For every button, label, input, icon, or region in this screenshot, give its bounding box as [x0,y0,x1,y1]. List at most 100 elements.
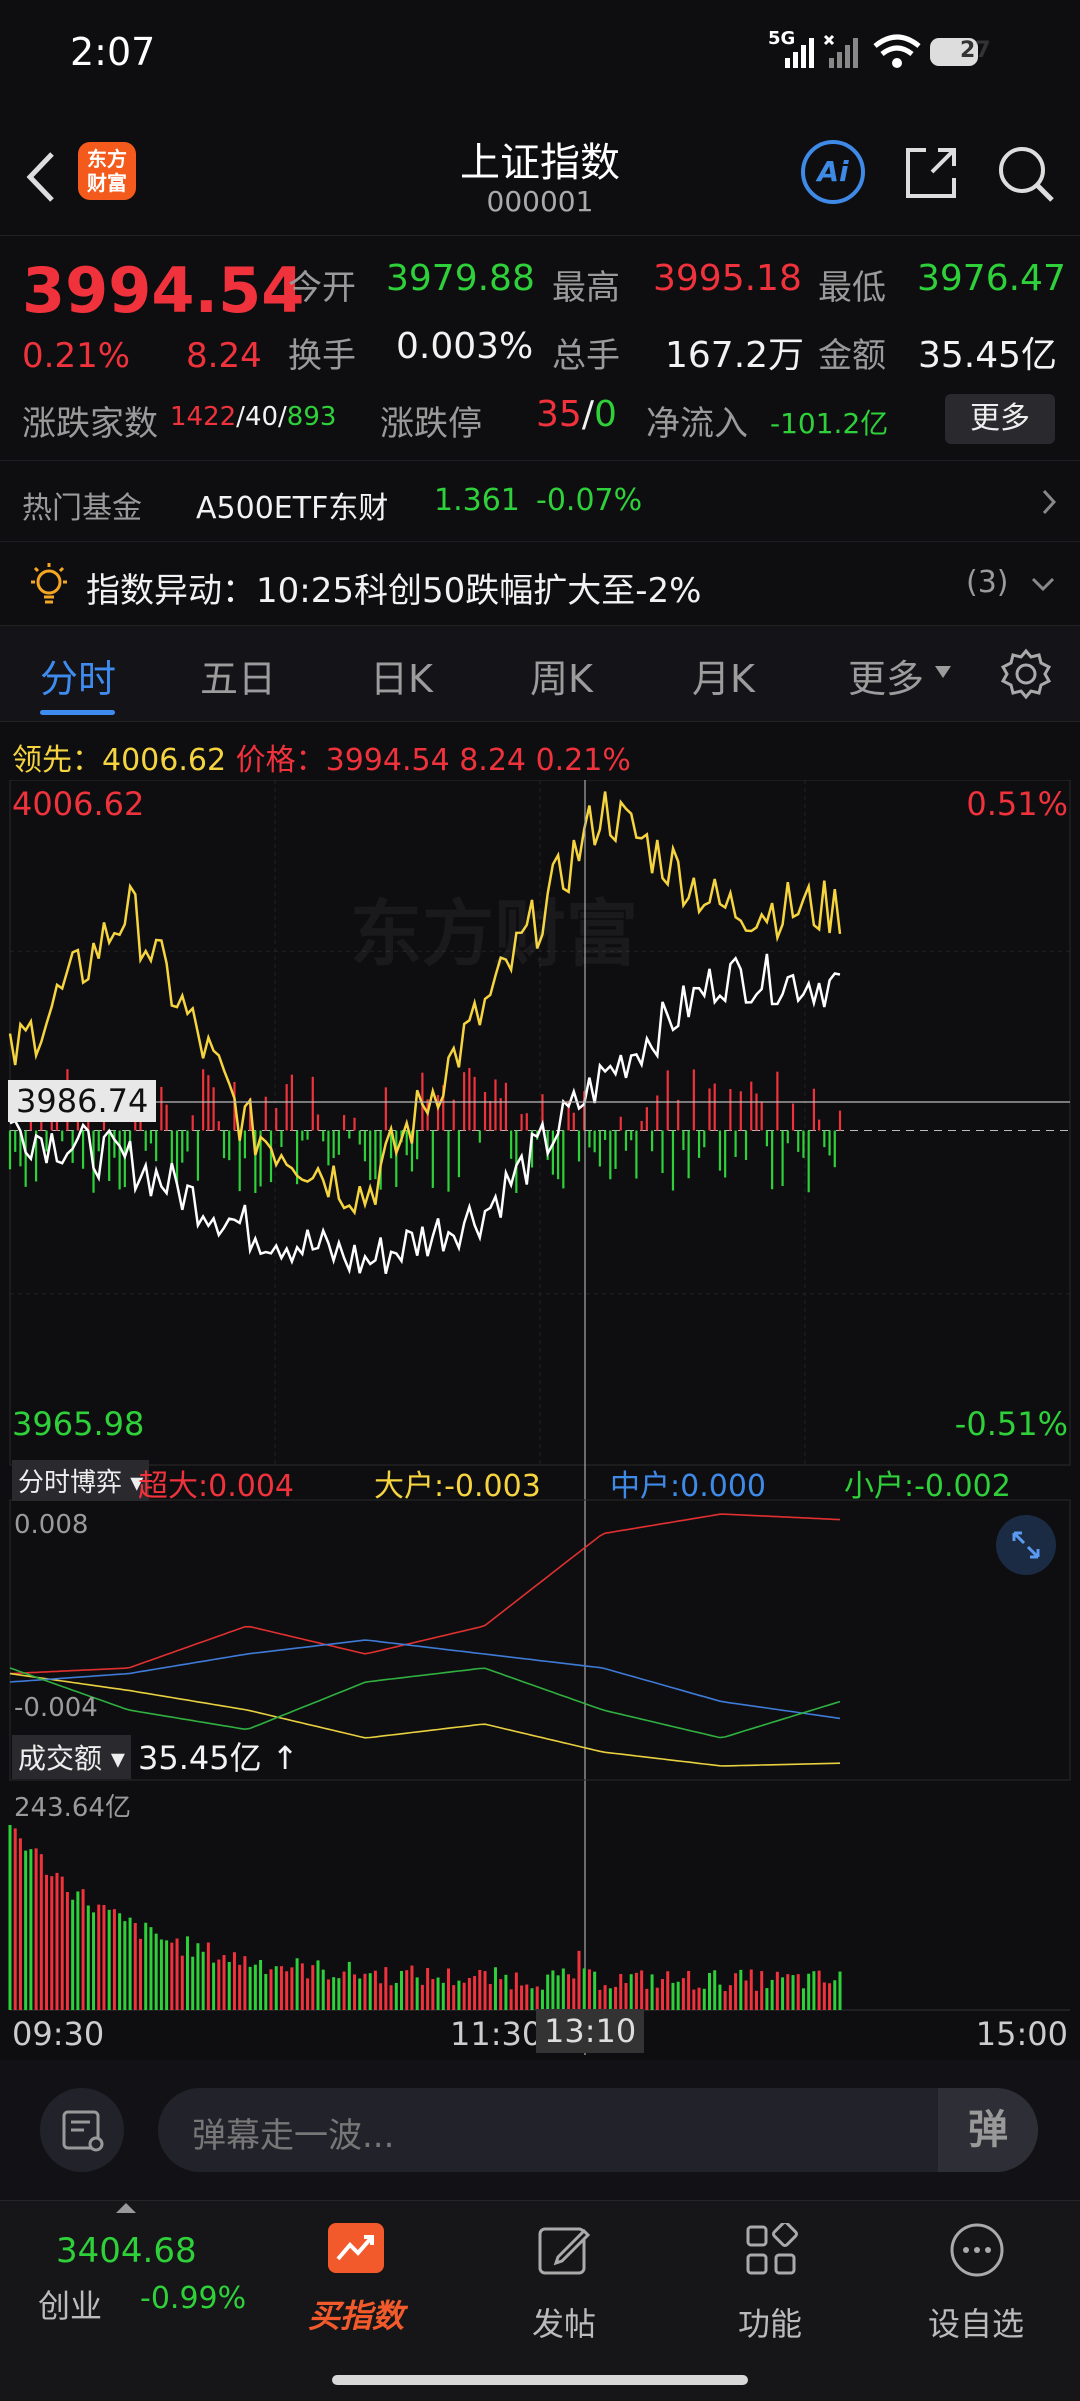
fund-price: 1.361 [434,483,520,518]
change-percent: 0.21% [22,336,131,376]
nav-post[interactable]: 发帖 [484,2201,644,2401]
ticker-name: 创业 [38,2287,103,2325]
high-value: 3995.18 [653,258,802,299]
pct-axis-top-label: 0.51% [966,785,1068,823]
volume-selector[interactable]: 成交额 ▾ [12,1735,131,1779]
small-label: 小户:-0.002 [844,1469,1011,1504]
grid-icon [746,2223,798,2275]
mid-line [9,1639,841,1720]
netflow-label: 净流入 [646,404,748,444]
game-label: 分时博弈 [18,1468,123,1498]
game-selector[interactable]: 分时博弈 ▾ [12,1460,150,1501]
tab-more[interactable]: 更多 [848,648,924,703]
volume-label: 总手 [552,336,620,376]
netflow-value: -101.2亿 [770,407,889,440]
price-label: 价格： [235,743,326,778]
tab-weekly[interactable]: 周K [530,648,593,703]
limit-values: 35/0 [536,394,617,435]
fund-change: -0.07% [536,483,643,518]
turnover-value: 0.003% [396,326,534,367]
signal-wifi-battery-icons [785,34,978,68]
super-line [9,1513,841,1675]
index-alert-row[interactable]: 指数异动：10:25科创50跌幅扩大至-2% (3) [0,545,1080,625]
sep-3: / [581,394,594,435]
turnover-label: 换手 [288,336,356,376]
mid-label: 中户:0.000 [610,1469,766,1504]
trend-up-icon [328,2223,384,2273]
nav-watchlist[interactable]: 设自选 [896,2201,1056,2401]
caret-up-icon [116,2203,136,2213]
low-value: 3976.47 [917,258,1066,299]
time-crosshair: 13:10 [536,2009,645,2053]
big-label: 大户:-0.003 [374,1469,541,1504]
volume-value: 167.2万 [665,335,805,376]
more-button[interactable]: 更多 [945,394,1055,444]
nav-buy-index[interactable]: 买指数 [276,2201,436,2401]
comment-bar: 弹幕走一波... 弹 [0,2060,1080,2200]
current-price: 3994.54 [22,254,305,327]
nav-ticker[interactable]: 3404.68 创业 -0.99% [20,2201,260,2401]
edit-icon [538,2227,591,2275]
settings-gear-icon[interactable] [1000,648,1052,700]
post-label: 发帖 [531,2305,596,2343]
header: 东方 财富 上证指数 000001 Ai [0,110,1080,235]
period-tabs: 分时 五日 日K 周K 月K 更多 [0,625,1080,722]
danmu-input[interactable]: 弹幕走一波... 弹 [158,2088,1038,2172]
time-start: 09:30 [12,2015,105,2053]
intraday-chart[interactable]: 领先：4006.62 价格：3994.54 8.24 0.21% 4006.62… [0,725,1080,2055]
breadth-label: 涨跌家数 [22,404,158,444]
limit-down: 0 [593,394,617,435]
tab-intraday[interactable]: 分时 [40,648,116,703]
status-time: 2:07 [70,30,156,74]
search-icon[interactable] [996,144,1056,204]
home-indicator [332,2375,748,2385]
functions-label: 功能 [737,2305,802,2343]
tab-5day[interactable]: 五日 [200,648,276,703]
danmu-toggle-button[interactable]: 弹 [938,2088,1038,2172]
caret-down-icon [935,666,951,678]
time-end: 15:00 [975,2015,1068,2053]
buy-index-label: 买指数 [307,2297,404,2335]
expand-button[interactable] [996,1515,1056,1575]
price-change: 8.24 [459,743,527,778]
game-bottom-label: -0.004 [14,1693,98,1723]
volume-value: 35.45亿 ↑ [138,1739,299,1777]
status-bar: 2:07 5G 27 [0,0,1080,110]
tab-monthly[interactable]: 月K [692,648,755,703]
tab-daily[interactable]: 日K [370,648,433,703]
crosshair-price-label: 3986.74 [8,1080,157,1122]
chart-info-line: 领先：4006.62 价格：3994.54 8.24 0.21% [12,735,631,779]
up-count: 1422 [170,402,237,432]
alert-text: 指数异动：10:25科创50跌幅扩大至-2% [86,571,702,611]
ticker-value: 3404.68 [56,2231,197,2271]
price-value: 3994.54 [325,743,450,778]
fund-name: A500ETF东财 [196,491,389,526]
breadth-values: 1422/40/893 [170,402,336,432]
volume-top-label: 243.64亿 [14,1793,131,1823]
quote-panel: 3994.54 0.21% 8.24 今开 3979.88 最高 3995.18… [0,235,1080,456]
sep-1: / [236,402,245,432]
alert-count: (3) [966,565,1009,600]
chevron-down-icon[interactable] [1030,575,1056,595]
hot-fund-row[interactable]: 热门基金 A500ETF东财 1.361 -0.07% [0,460,1080,542]
pct-axis-bottom-label: -0.51% [954,1405,1068,1443]
expand-icon [1012,1531,1040,1559]
sep-2: / [278,402,287,432]
low-label: 最低 [818,268,886,308]
y-axis-bottom-label: 3965.98 [12,1405,145,1443]
battery-level: 27 [960,38,991,63]
y-axis-top-label: 4006.62 [12,785,145,823]
notes-icon [62,2110,104,2152]
watermark: 东方财富 [350,892,639,976]
notes-button[interactable] [40,2088,124,2172]
high-label: 最高 [552,268,620,308]
share-icon[interactable] [902,144,960,202]
super-label: 超大:0.004 [138,1469,294,1504]
amount-value: 35.45亿 [918,335,1058,376]
ai-button[interactable]: Ai [801,140,865,204]
amount-label: 金额 [818,336,886,376]
limit-label: 涨跌停 [380,404,482,444]
nav-functions[interactable]: 功能 [690,2201,850,2401]
open-value: 3979.88 [386,258,535,299]
price-pct: 0.21% [535,743,631,778]
